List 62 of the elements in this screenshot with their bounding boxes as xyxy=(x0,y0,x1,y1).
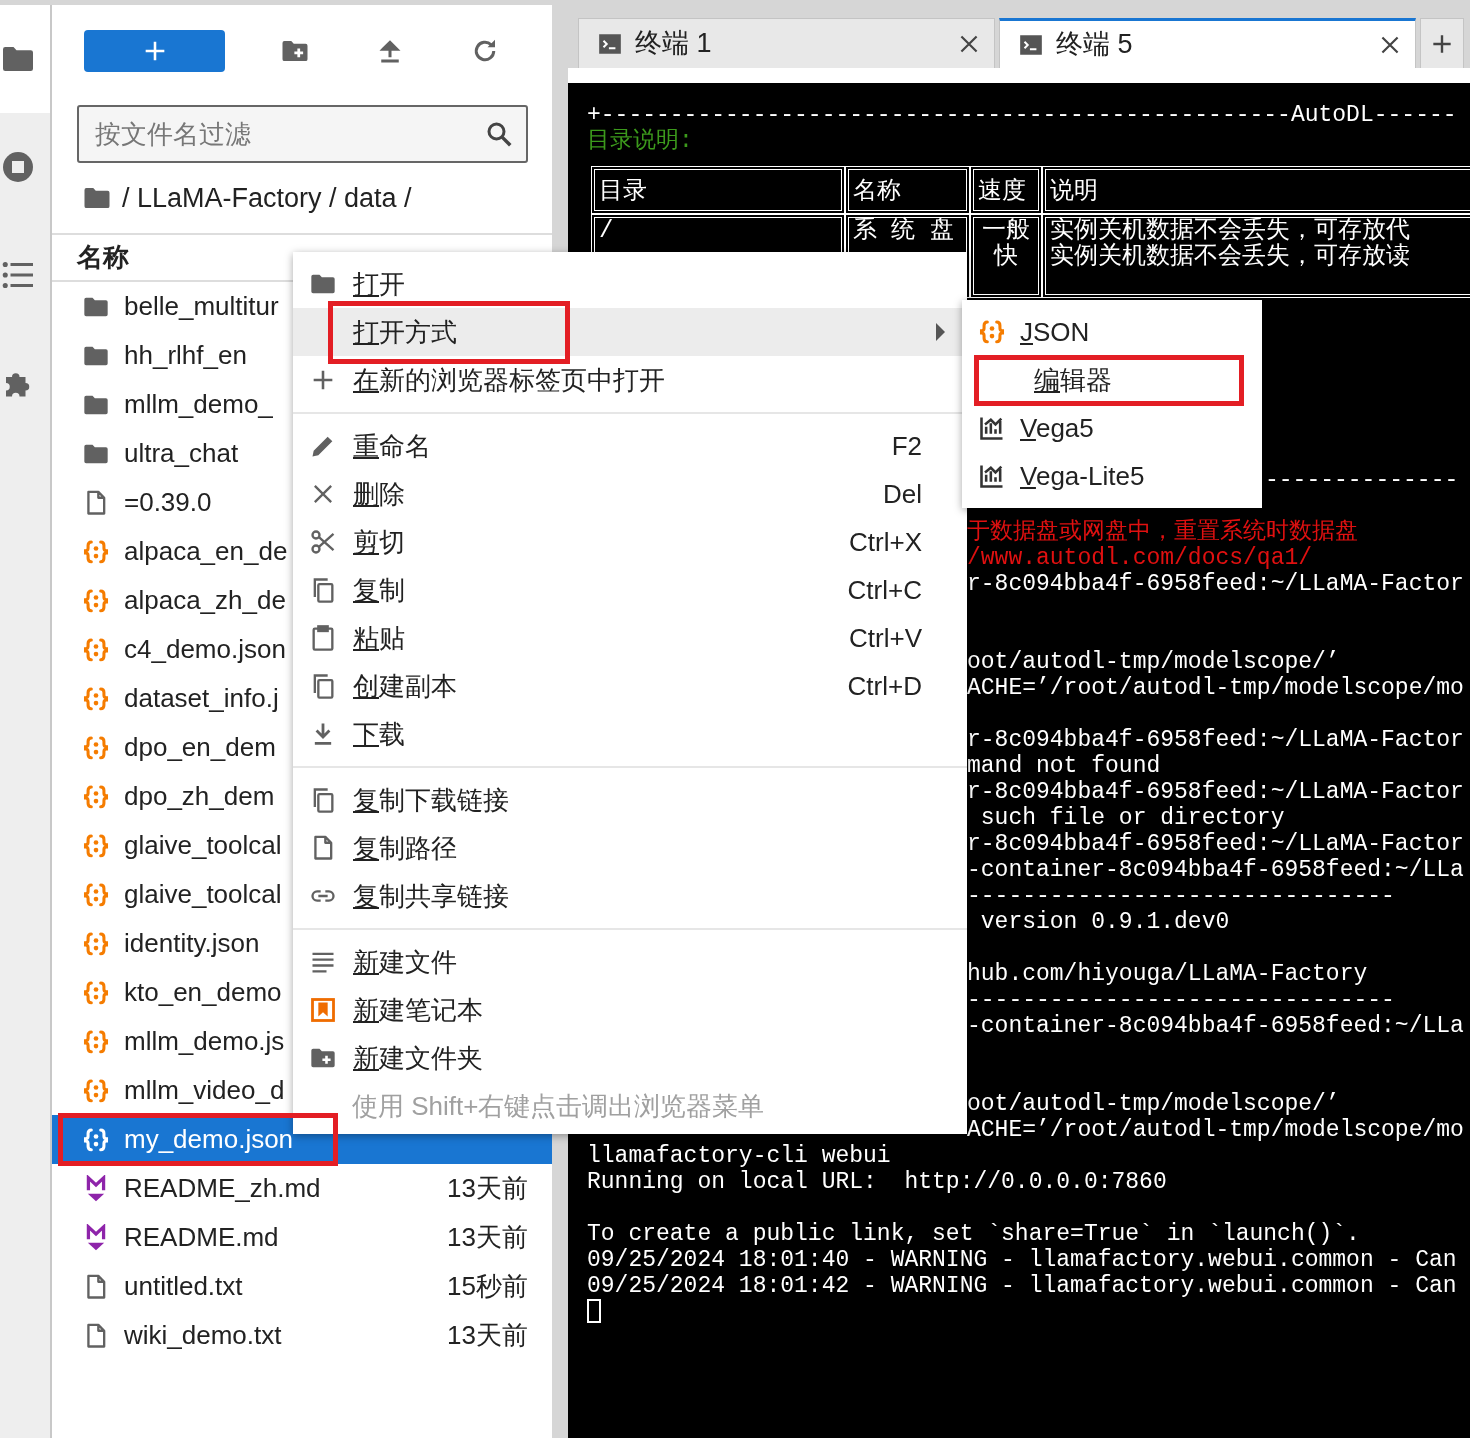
terminal-line: Running on local URL: http://0.0.0.0:7860 xyxy=(587,1169,1167,1195)
terminal-line: oot/autodl-tmp/modelscope/’ xyxy=(967,649,1340,675)
file-name: mllm_video_d xyxy=(124,1074,285,1107)
terminal-line: -------------- xyxy=(1265,467,1459,493)
file-name: dataset_info.j xyxy=(124,682,279,715)
file-name: untitled.txt xyxy=(124,1270,243,1303)
terminal-line: r-8c094bba4f-6958feed:~/LLaMA-Factor xyxy=(967,727,1464,753)
terminal-line: To create a public link, set `share=True` in `launch()`. xyxy=(587,1221,1360,1247)
file-name: =0.39.0 xyxy=(124,486,212,519)
terminal-line: 于数据盘或网盘中，重置系统时数据盘 xyxy=(967,519,1358,545)
file-name: kto_en_demo xyxy=(124,976,282,1009)
table-header-cell: 说明 xyxy=(1042,166,1470,214)
table-header-cell: 目录 xyxy=(591,166,845,214)
shortcut-label: Ctrl+C xyxy=(847,573,922,607)
file-name: wiki_demo.txt xyxy=(124,1319,282,1352)
terminal-line: ------------------------------- xyxy=(967,987,1395,1013)
shortcut-label: Ctrl+D xyxy=(847,669,922,703)
terminal-line: mand not found xyxy=(967,753,1161,779)
terminal-line: ------------------------------- xyxy=(967,883,1395,909)
terminal-line: ACHE=’/root/autodl-tmp/modelscope/mo xyxy=(967,1117,1464,1143)
file-name: README_zh.md xyxy=(124,1172,321,1205)
terminal-line: oot/autodl-tmp/modelscope/’ xyxy=(967,1091,1340,1117)
file-name: identity.json xyxy=(124,927,260,960)
terminal-line: +--------------------------------------------------AutoDL------ xyxy=(587,102,1457,128)
file-name: mllm_demo.js xyxy=(124,1025,285,1058)
file-name: ultra_chat xyxy=(124,437,239,470)
table-header-cell: 速度 xyxy=(970,166,1042,214)
file-name: glaive_toolcal xyxy=(124,878,282,911)
file-name: belle_multitur xyxy=(124,290,279,323)
terminal-line: 目录说明: xyxy=(587,128,693,154)
file-name: README.md xyxy=(124,1221,279,1254)
terminal-line: r-8c094bba4f-6958feed:~/LLaMA-Factor xyxy=(967,571,1464,597)
file-name: my_demo.json xyxy=(124,1123,294,1156)
shortcut-label: Del xyxy=(883,477,922,511)
file-name: c4_demo.json xyxy=(124,633,286,666)
terminal-line: hub.com/hiyouga/LLaMA-Factory xyxy=(967,961,1368,987)
modified-time: 13天前 xyxy=(447,1221,528,1254)
shortcut-label: Ctrl+V xyxy=(849,621,922,655)
terminal-line: /www.autodl.com/docs/qa1/ xyxy=(967,545,1313,571)
file-name: alpaca_zh_de xyxy=(124,584,286,617)
shortcut-label: F2 xyxy=(891,429,922,463)
table-header-cell: 名称 xyxy=(845,166,970,214)
file-name: alpaca_en_de xyxy=(124,535,288,568)
terminal-line: -container-8c094bba4f-6958feed:~/LLa xyxy=(967,1013,1464,1039)
modified-time: 15秒前 xyxy=(447,1270,528,1303)
modified-time: 13天前 xyxy=(447,1172,528,1205)
terminal-line: r-8c094bba4f-6958feed:~/LLaMA-Factor xyxy=(967,831,1464,857)
file-name: mllm_demo_ xyxy=(124,388,273,421)
file-name: glaive_toolcal xyxy=(124,829,282,862)
modified-time: 13天前 xyxy=(447,1319,528,1352)
file-name: dpo_zh_dem xyxy=(124,780,275,813)
terminal-line: llamafactory-cli webui xyxy=(587,1143,891,1169)
file-name: dpo_en_dem xyxy=(124,731,276,764)
shortcut-label: Ctrl+X xyxy=(849,525,922,559)
terminal-line: version 0.9.1.dev0 xyxy=(979,909,1230,935)
terminal-line: ACHE=’/root/autodl-tmp/modelscope/mo xyxy=(967,675,1464,701)
terminal-line: 09/25/2024 18:01:40 - WARNING - llamafactory.webui.common - Can xyxy=(587,1247,1457,1273)
terminal-line: 09/25/2024 18:01:42 - WARNING - llamafactory.webui.common - Can xyxy=(587,1273,1457,1299)
terminal-line: -container-8c094bba4f-6958feed:~/LLa xyxy=(967,857,1464,883)
file-name: hh_rlhf_en xyxy=(124,339,247,372)
terminal-line: r-8c094bba4f-6958feed:~/LLaMA-Factor xyxy=(967,779,1464,805)
terminal-line: such file or directory xyxy=(979,805,1285,831)
